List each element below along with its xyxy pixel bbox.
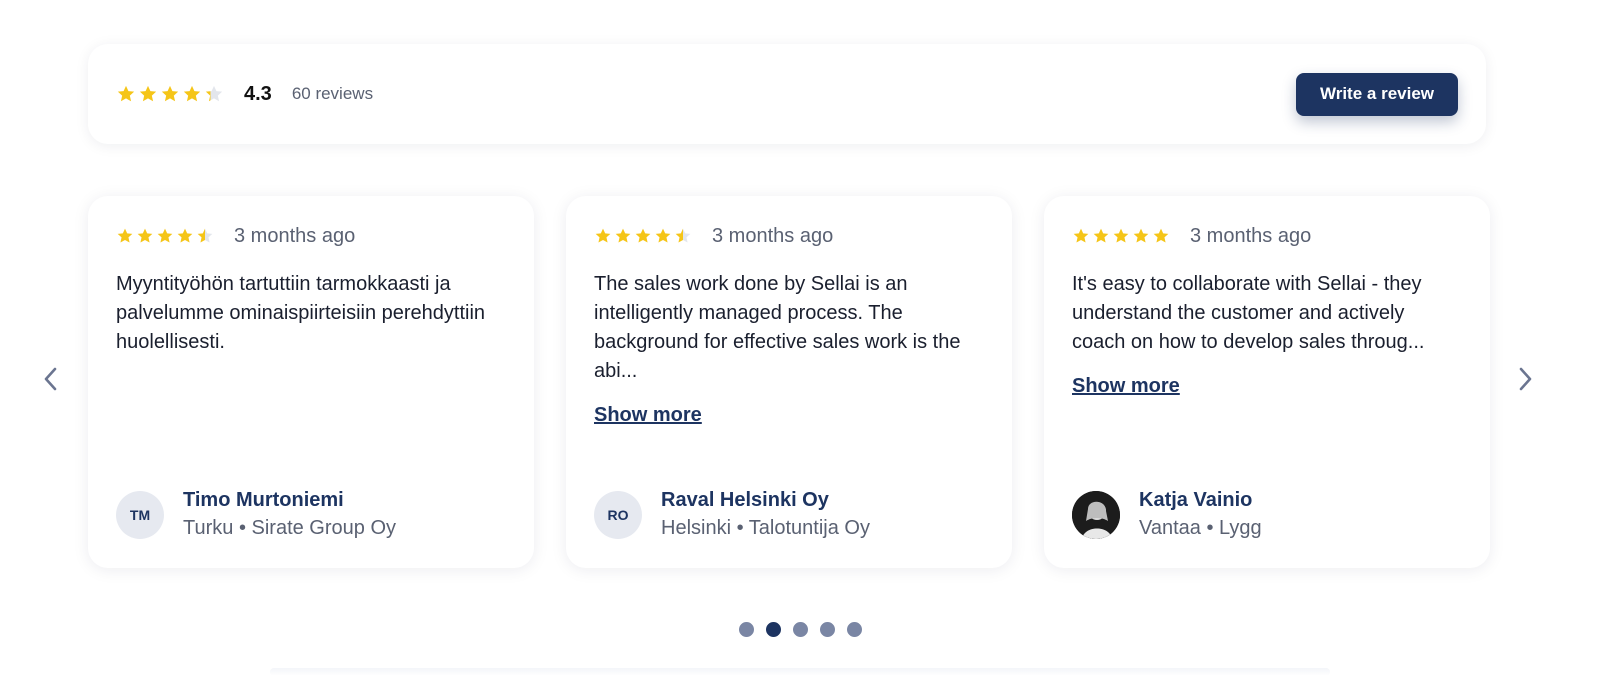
review-text: It's easy to collaborate with Sellai - t…: [1072, 273, 1425, 353]
star-icon: [1113, 228, 1129, 243]
write-review-button[interactable]: Write a review: [1296, 72, 1458, 116]
summary-score: 4.3: [244, 82, 272, 105]
pagination-dot[interactable]: [792, 622, 808, 637]
star-icon: [117, 228, 133, 243]
star-icon: [635, 228, 651, 243]
review-card: 3 months ago The sales work done by Sell…: [566, 196, 1012, 568]
star-icon: [655, 228, 671, 243]
review-date: 3 months ago: [712, 224, 834, 247]
star-icon: [139, 85, 157, 102]
star-icon: [183, 85, 201, 102]
carousel-next-button[interactable]: [1510, 364, 1540, 394]
show-more-link[interactable]: Show more: [594, 404, 702, 427]
pagination-dot[interactable]: [819, 622, 835, 637]
review-date: 3 months ago: [234, 224, 356, 247]
carousel-pagination: [0, 622, 1600, 637]
review-author: RO Raval Helsinki Oy Helsinki • Talotunt…: [594, 486, 870, 543]
star-icon: [137, 228, 153, 243]
author-name: Raval Helsinki Oy: [661, 489, 829, 511]
star-icon: [205, 85, 223, 102]
star-icon: [117, 85, 135, 102]
summary-stars: [116, 84, 224, 104]
chevron-right-icon: [1519, 367, 1532, 391]
review-card: 3 months ago Myyntityöhön tartuttiin tar…: [88, 196, 534, 568]
author-name: Timo Murtoniemi: [183, 489, 344, 511]
pagination-dot[interactable]: [738, 622, 754, 637]
avatar: TM: [116, 490, 164, 539]
star-icon: [1093, 228, 1109, 243]
star-icon: [675, 228, 691, 243]
section-divider: [270, 668, 1330, 675]
star-icon: [177, 228, 193, 243]
carousel-prev-button[interactable]: [36, 364, 66, 394]
review-stars: [594, 227, 692, 245]
author-meta: Vantaa • Lygg: [1139, 517, 1262, 539]
rating-summary-bar: 4.3 60 reviews Write a review: [88, 44, 1486, 144]
author-meta: Turku • Sirate Group Oy: [183, 517, 396, 539]
star-icon: [1073, 228, 1089, 243]
review-date: 3 months ago: [1190, 224, 1312, 247]
star-icon: [161, 85, 179, 102]
author-name: Katja Vainio: [1139, 489, 1253, 511]
review-author: TM Timo Murtoniemi Turku • Sirate Group …: [116, 486, 396, 543]
show-more-link[interactable]: Show more: [1072, 375, 1180, 398]
star-icon: [197, 228, 213, 243]
summary-review-count: 60 reviews: [291, 84, 374, 103]
reviews-carousel: 3 months ago Myyntityöhön tartuttiin tar…: [0, 196, 1600, 568]
review-card: 3 months ago It's easy to collaborate wi…: [1044, 196, 1490, 568]
avatar-photo: [1072, 490, 1120, 539]
review-text: Myyntityöhön tartuttiin tarmokkaasti ja …: [116, 273, 486, 353]
review-stars: [1072, 227, 1170, 245]
star-icon: [1133, 228, 1149, 243]
star-icon: [615, 228, 631, 243]
review-author: Katja Vainio Vantaa • Lygg: [1072, 486, 1262, 543]
review-stars: [116, 227, 214, 245]
user-photo-icon: [1072, 490, 1120, 539]
star-icon: [595, 228, 611, 243]
pagination-dot[interactable]: [765, 622, 781, 637]
star-icon: [1153, 228, 1169, 243]
pagination-dot[interactable]: [846, 622, 862, 637]
avatar: RO: [594, 490, 642, 539]
chevron-left-icon: [44, 367, 57, 391]
review-text: The sales work done by Sellai is an inte…: [594, 273, 961, 382]
author-meta: Helsinki • Talotuntija Oy: [661, 517, 870, 539]
star-icon: [157, 228, 173, 243]
